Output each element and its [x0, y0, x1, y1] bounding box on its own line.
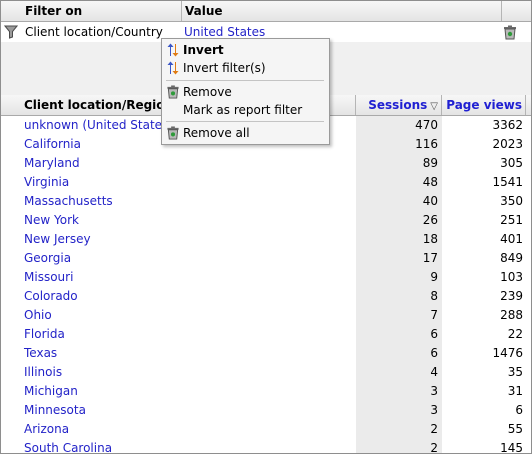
region-link[interactable]: Texas	[1, 344, 356, 363]
pageviews-cell: 6	[515, 403, 523, 417]
pageviews-cell: 239	[500, 289, 523, 303]
sessions-cell: 116	[356, 135, 442, 154]
invert-filters-arrows-icon	[166, 61, 180, 75]
mark-report-filter-label: Mark as report filter	[183, 103, 303, 117]
trash-icon	[166, 126, 180, 140]
sessions-cell: 48	[356, 173, 442, 192]
pageviews-cell: 401	[500, 232, 523, 246]
table-row[interactable]: Maryland 89 305	[1, 154, 531, 173]
sessions-cell: 6	[356, 344, 442, 363]
menu-item-remove-all[interactable]: Remove all	[162, 124, 329, 142]
table-row[interactable]: Texas 6 1476	[1, 344, 531, 363]
pageviews-cell: 31	[507, 384, 523, 398]
menu-separator	[166, 121, 324, 122]
region-link[interactable]: Georgia	[1, 249, 356, 268]
sessions-cell: 470	[356, 116, 442, 135]
trash-icon	[166, 85, 180, 99]
table-row[interactable]: New Jersey 18 401	[1, 230, 531, 249]
value-column-header[interactable]: Value	[182, 1, 502, 21]
invert-filters-label: Invert filter(s)	[183, 61, 266, 75]
sessions-cell: 26	[356, 211, 442, 230]
table-row[interactable]: Ohio 7 288	[1, 306, 531, 325]
invert-arrows-icon	[166, 43, 180, 57]
report-window: Filter on Value Client location/Country …	[0, 0, 532, 454]
sessions-cell: 9	[356, 268, 442, 287]
table-row[interactable]: Colorado 8 239	[1, 287, 531, 306]
region-link[interactable]: Minnesota	[1, 401, 356, 420]
pageviews-cell: 2023	[492, 137, 523, 151]
table-row[interactable]: South Carolina 2 145	[1, 439, 531, 454]
region-link[interactable]: Virginia	[1, 173, 356, 192]
pageviews-cell: 145	[500, 441, 523, 454]
pageviews-cell: 1476	[492, 346, 523, 360]
filter-field: Client location/Country	[25, 25, 163, 39]
trash-icon[interactable]	[503, 25, 517, 45]
table-body: unknown (United States) 470 3362 California…	[1, 116, 531, 454]
pageviews-cell: 3362	[492, 118, 523, 132]
sessions-column-header[interactable]: Sessions ▽	[356, 95, 442, 115]
sessions-cell: 2	[356, 420, 442, 439]
filter-header-spacer	[502, 1, 531, 21]
table-row[interactable]: Illinois 4 35	[1, 363, 531, 382]
region-link[interactable]: Colorado	[1, 287, 356, 306]
region-link[interactable]: Michigan	[1, 382, 356, 401]
sort-descending-icon: ▽	[430, 101, 438, 112]
menu-item-mark-report-filter[interactable]: Mark as report filter	[162, 101, 329, 119]
sessions-header-label: Sessions	[368, 98, 428, 112]
pageviews-cell: 1541	[492, 175, 523, 189]
sessions-cell: 3	[356, 382, 442, 401]
sessions-cell: 2	[356, 439, 442, 453]
pageviews-cell: 288	[500, 308, 523, 322]
pageviews-cell: 35	[507, 365, 523, 379]
pageviews-cell: 103	[500, 270, 523, 284]
region-link[interactable]: Maryland	[1, 154, 356, 173]
pageviews-cell: 55	[507, 422, 523, 436]
table-row[interactable]: Minnesota 3 6	[1, 401, 531, 420]
sessions-cell: 18	[356, 230, 442, 249]
region-link[interactable]: Ohio	[1, 306, 356, 325]
remove-label: Remove	[183, 85, 232, 99]
filter-header: Filter on Value	[1, 1, 531, 22]
sessions-cell: 7	[356, 306, 442, 325]
table-row[interactable]: New York 26 251	[1, 211, 531, 230]
sessions-cell: 40	[356, 192, 442, 211]
region-link[interactable]: Florida	[1, 325, 356, 344]
pageviews-cell: 350	[500, 194, 523, 208]
table-row[interactable]: Virginia 48 1541	[1, 173, 531, 192]
menu-item-invert-filters[interactable]: Invert filter(s)	[162, 59, 329, 77]
context-menu: Invert Invert filter(s) Remove Mark as r…	[161, 38, 330, 145]
table-row[interactable]: Massachusetts 40 350	[1, 192, 531, 211]
table-row[interactable]: Florida 6 22	[1, 325, 531, 344]
region-link[interactable]: New York	[1, 211, 356, 230]
pageviews-cell: 849	[500, 251, 523, 265]
menu-separator	[166, 80, 324, 81]
table-row[interactable]: Missouri 9 103	[1, 268, 531, 287]
funnel-icon	[3, 25, 19, 45]
pageviews-cell: 251	[500, 213, 523, 227]
menu-item-remove[interactable]: Remove	[162, 83, 329, 101]
sessions-cell: 8	[356, 287, 442, 306]
region-link[interactable]: Missouri	[1, 268, 356, 287]
region-link[interactable]: Massachusetts	[1, 192, 356, 211]
region-link[interactable]: New Jersey	[1, 230, 356, 249]
region-link[interactable]: South Carolina	[1, 439, 356, 453]
pageviews-column-header[interactable]: Page views	[442, 95, 526, 115]
sessions-cell: 3	[356, 401, 442, 420]
sessions-cell: 4	[356, 363, 442, 382]
region-link[interactable]: Arizona	[1, 420, 356, 439]
remove-all-label: Remove all	[183, 126, 250, 140]
menu-item-invert[interactable]: Invert	[162, 41, 329, 59]
header-spacer	[526, 95, 531, 115]
pageviews-cell: 22	[507, 327, 523, 341]
sessions-cell: 6	[356, 325, 442, 344]
sessions-cell: 17	[356, 249, 442, 268]
region-link[interactable]: Illinois	[1, 363, 356, 382]
pageviews-cell: 305	[500, 156, 523, 170]
table-row[interactable]: Arizona 2 55	[1, 420, 531, 439]
table-row[interactable]: Georgia 17 849	[1, 249, 531, 268]
filter-on-column-header[interactable]: Filter on	[1, 1, 182, 21]
invert-label: Invert	[183, 43, 224, 57]
table-row[interactable]: Michigan 3 31	[1, 382, 531, 401]
sessions-cell: 89	[356, 154, 442, 173]
